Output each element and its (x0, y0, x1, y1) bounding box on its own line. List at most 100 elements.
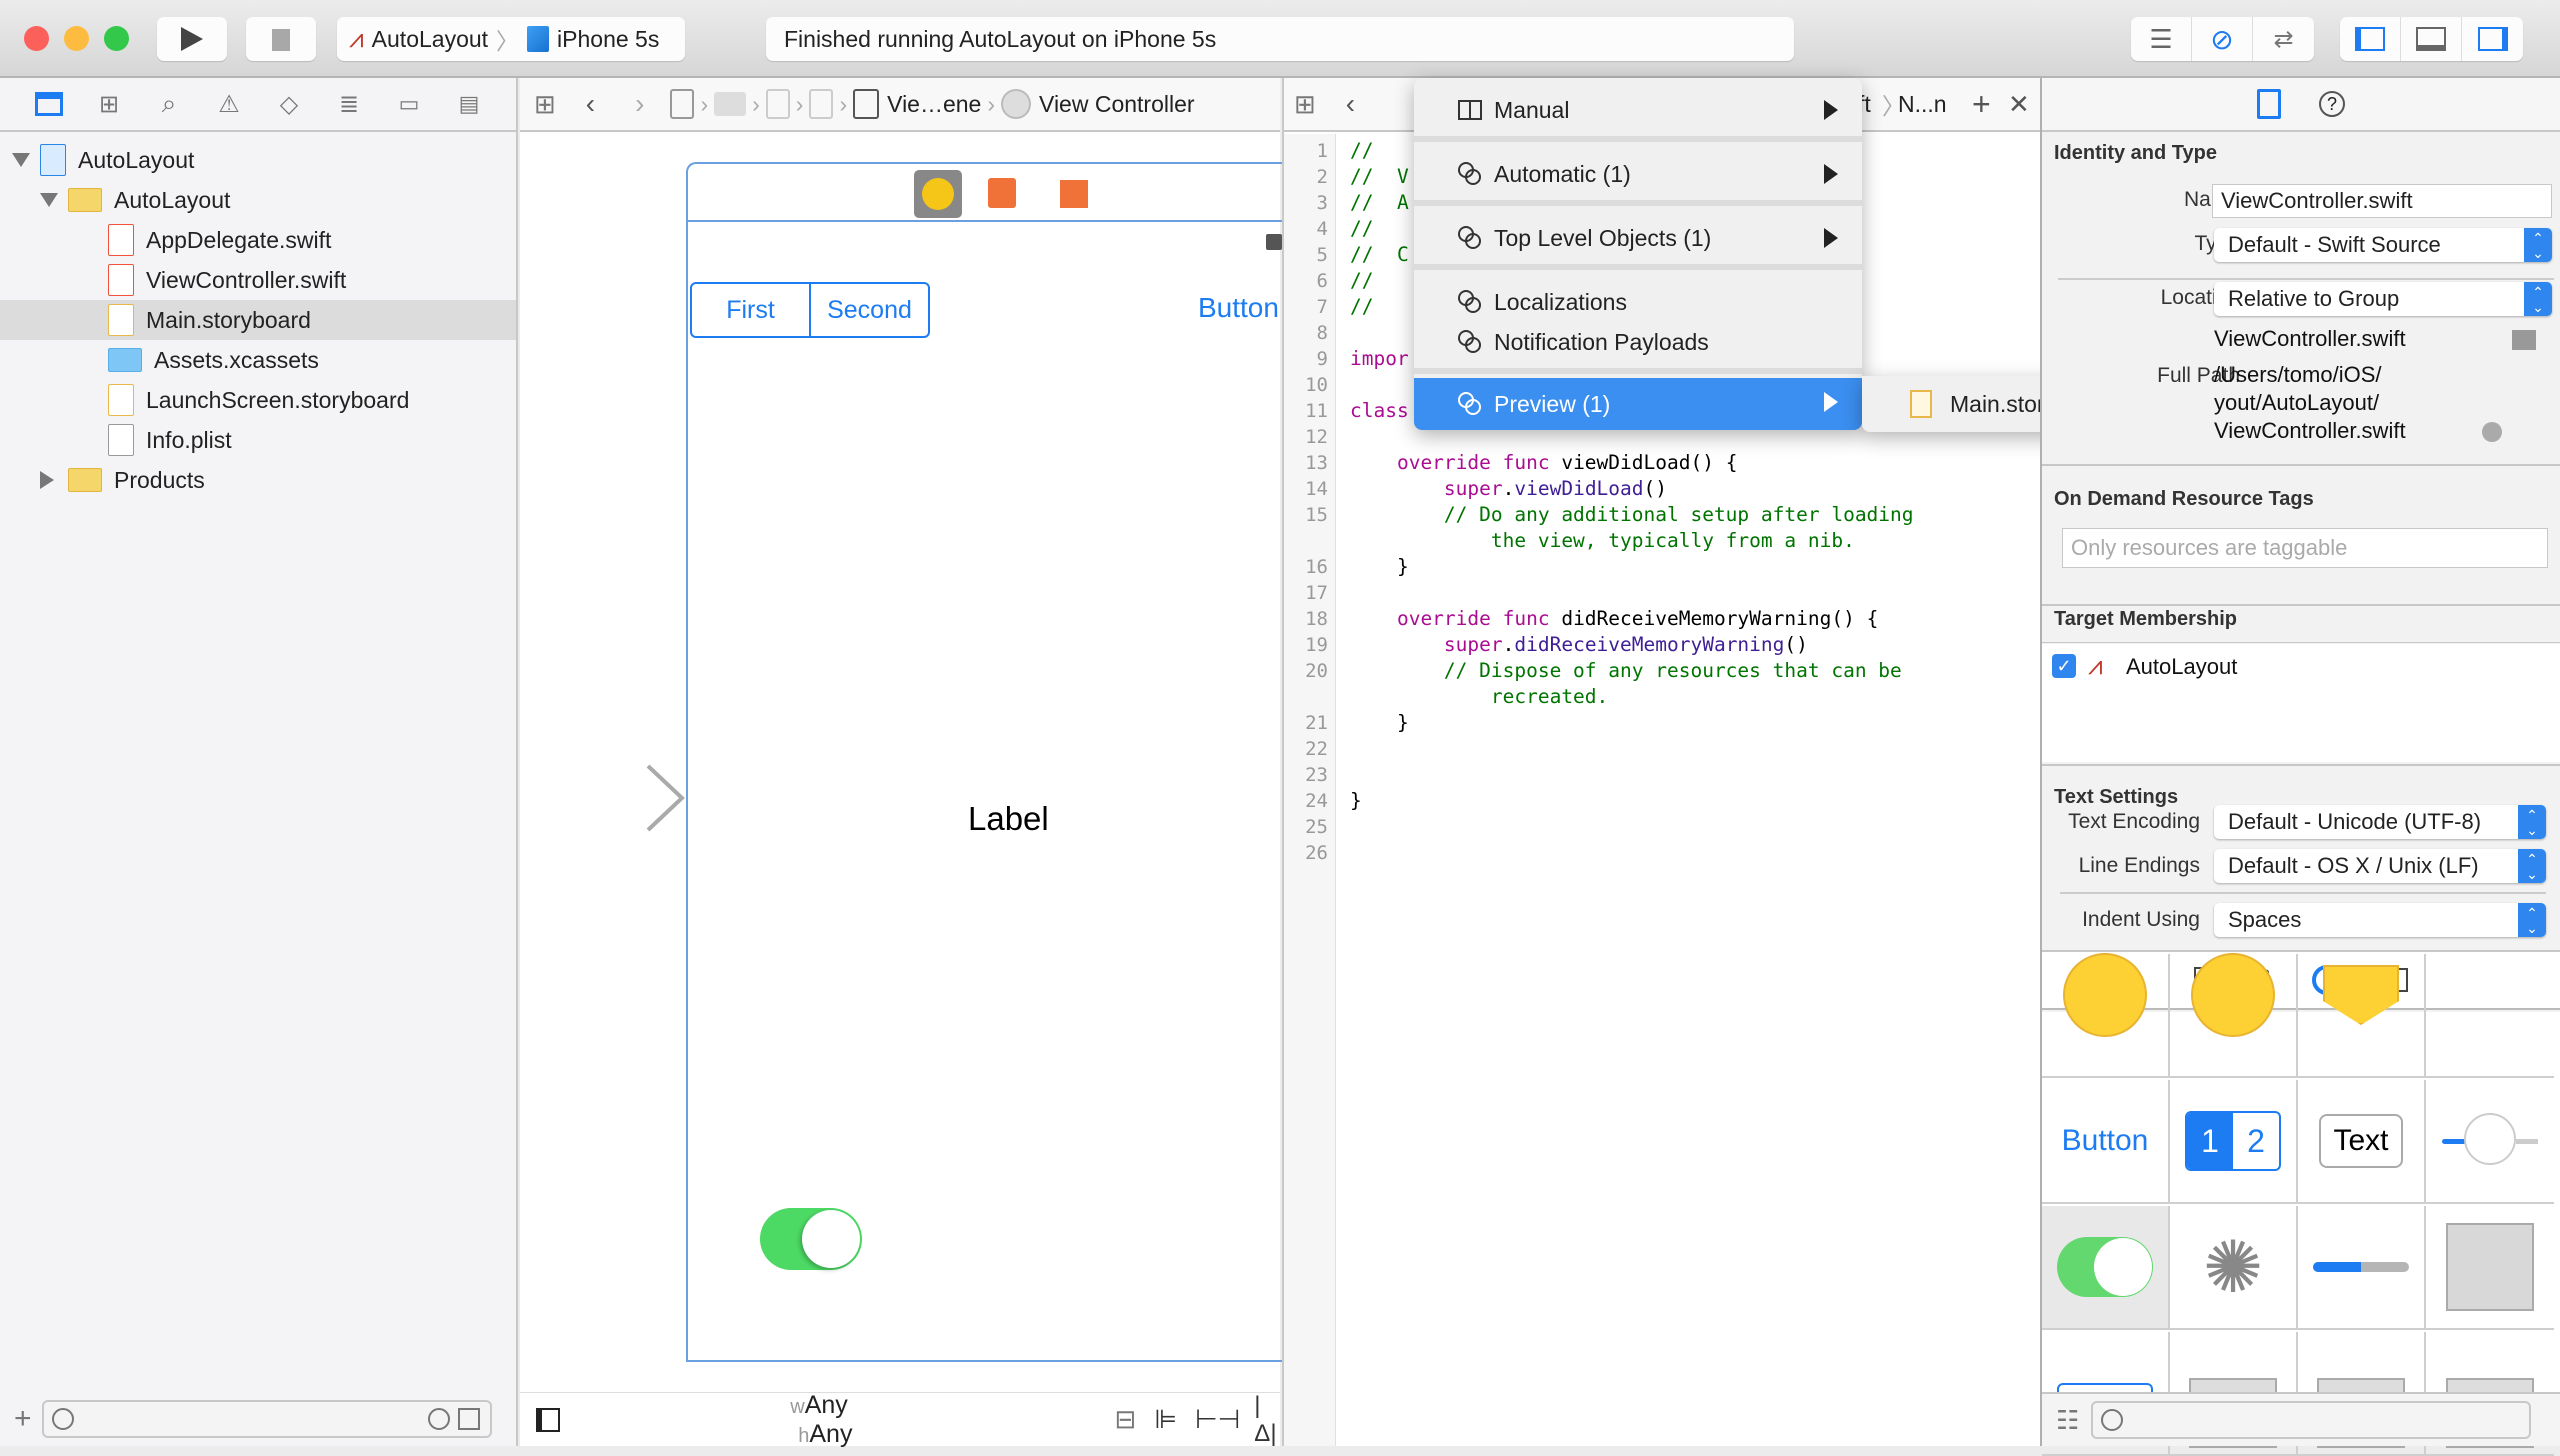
library-progress-view[interactable] (2298, 1206, 2426, 1330)
tree-item[interactable]: Info.plist (0, 420, 516, 460)
library-button[interactable]: Button (2042, 1080, 2170, 1204)
minimize-window-button[interactable] (64, 26, 89, 51)
list-view-icon[interactable]: ☷ (2056, 1405, 2079, 1436)
warning-icon[interactable]: ⚠ (214, 89, 244, 119)
back-button[interactable]: ‹ (586, 88, 595, 120)
storyboard-base-crumb-icon[interactable] (809, 89, 834, 119)
library-segmented-control[interactable]: 1 2 (2170, 1080, 2298, 1204)
align-icon[interactable]: ⊫ (1154, 1404, 1177, 1435)
segmented-control[interactable]: First Second (690, 282, 930, 338)
resolve-issues-icon[interactable]: |Δ| (1254, 1392, 1280, 1448)
back-button[interactable]: ‹ (1346, 88, 1355, 120)
folder-nav-icon[interactable] (34, 89, 64, 119)
library-object[interactable] (2298, 954, 2426, 1078)
size-class-control[interactable]: wAny hAny (790, 1391, 904, 1449)
test-icon[interactable]: ◇ (274, 89, 304, 119)
crumb-view-controller[interactable]: View Controller (1039, 91, 1195, 118)
tree-item[interactable]: AutoLayout (0, 180, 516, 220)
debug-icon[interactable]: ≣ (334, 89, 364, 119)
help-icon[interactable]: ? (2319, 91, 2345, 117)
report-icon[interactable]: ▤ (454, 89, 484, 119)
choose-folder-icon[interactable] (2512, 330, 2536, 350)
standard-editor-button[interactable]: ☰ (2131, 17, 2192, 61)
search-icon[interactable]: ⌕ (154, 88, 184, 119)
crumb-tail[interactable]: N...n (1898, 91, 1947, 118)
toggle-navigator-button[interactable] (2340, 17, 2401, 61)
folder-crumb-icon[interactable] (714, 92, 747, 116)
type-popup[interactable]: Default - Swift Source ⌃ ⌄ (2214, 228, 2552, 262)
tree-item[interactable]: Assets.xcassets (0, 340, 516, 380)
add-file-icon[interactable]: + (14, 1402, 32, 1436)
navigator-filter-field[interactable] (41, 1400, 492, 1438)
scheme-selector[interactable]: ⩘ AutoLayout 〉 iPhone 5s (337, 17, 685, 61)
menu-item-notification-payloads[interactable]: Notification Payloads (1414, 318, 1862, 366)
library-activity-indicator[interactable]: ✺ (2170, 1206, 2298, 1330)
version-editor-button[interactable]: ⇄ (2253, 17, 2314, 61)
switch-on[interactable] (760, 1208, 862, 1270)
related-items-icon[interactable]: ⊞ (1294, 89, 1316, 120)
recent-files-icon[interactable] (427, 1408, 450, 1430)
library-switch[interactable] (2042, 1206, 2170, 1330)
forward-button[interactable]: › (635, 88, 644, 120)
menu-item-top-level-objects-1[interactable]: Top Level Objects (1) (1414, 214, 1862, 262)
segment-second[interactable]: Second (811, 284, 928, 336)
name-field[interactable]: ViewController.swift (2212, 184, 2552, 218)
button[interactable]: Button (1198, 292, 1279, 324)
reveal-in-finder-icon[interactable] (2482, 422, 2502, 442)
code-content: } (1350, 555, 1409, 578)
menu-item-manual[interactable]: Manual (1414, 86, 1862, 134)
related-items-icon[interactable]: ⊞ (534, 89, 556, 120)
assistant-editor-button[interactable]: ⊘ (2192, 17, 2253, 61)
segment-first[interactable]: First (692, 284, 811, 336)
library-label[interactable] (2426, 954, 2554, 1078)
close-editor-button[interactable]: ✕ (2008, 89, 2030, 120)
crumb-scene[interactable]: Vie…ene (887, 91, 981, 118)
indent-popup[interactable]: Spaces ⌃ ⌄ (2214, 903, 2546, 937)
symbol-nav-icon[interactable]: ⊞ (94, 89, 124, 119)
disclosure-open-icon[interactable] (40, 193, 58, 207)
project-crumb-icon[interactable] (670, 89, 695, 119)
disclosure-open-icon[interactable] (12, 153, 30, 167)
target-checkbox[interactable]: ✓ (2052, 654, 2076, 678)
menu-item-preview-1[interactable]: Preview (1) (1414, 378, 1862, 430)
view-controller-dock-icon[interactable] (914, 170, 962, 218)
location-popup[interactable]: Relative to Group ⌃ ⌄ (2214, 282, 2552, 316)
close-window-button[interactable] (24, 26, 49, 51)
library-slider[interactable] (2426, 1080, 2554, 1204)
stop-button[interactable] (246, 17, 316, 61)
library-filter-field[interactable] (2091, 1401, 2532, 1439)
disclosure-closed-icon[interactable] (40, 471, 54, 489)
menu-item-automatic-1[interactable]: Automatic (1) (1414, 150, 1862, 198)
line-endings-popup[interactable]: Default - OS X / Unix (LF) ⌃ ⌄ (2214, 849, 2546, 883)
storyboard-crumb-icon[interactable] (765, 89, 790, 119)
zoom-window-button[interactable] (104, 26, 129, 51)
run-button[interactable] (157, 17, 227, 61)
library-page-control[interactable] (2426, 1206, 2554, 1330)
encoding-popup[interactable]: Default - Unicode (UTF-8) ⌃ ⌄ (2214, 805, 2546, 839)
document-outline-toggle[interactable] (536, 1407, 561, 1432)
library-storyboard-reference[interactable] (2170, 953, 2298, 1078)
tree-item[interactable]: AppDelegate.swift (0, 220, 516, 260)
tree-item[interactable]: Products (0, 460, 516, 500)
code-content: recreated. (1350, 685, 1609, 708)
toggle-inspector-button[interactable] (2462, 17, 2523, 61)
update-frames-icon[interactable]: ⊟ (1115, 1404, 1137, 1435)
tree-item[interactable]: Main.storyboard (0, 300, 516, 340)
tree-item[interactable]: LaunchScreen.storyboard (0, 380, 516, 420)
library-text-field[interactable]: Text (2298, 1080, 2426, 1204)
file-inspector-icon[interactable] (2257, 89, 2281, 119)
first-responder-icon[interactable] (988, 178, 1016, 208)
add-editor-button[interactable]: + (1972, 86, 1991, 123)
scm-filter-icon[interactable] (457, 1408, 480, 1430)
tree-item[interactable]: ViewController.swift (0, 260, 516, 300)
exit-icon[interactable] (1060, 180, 1088, 208)
view-controller-scene[interactable]: First Second Button Label (686, 162, 1282, 1362)
line-number: 12 (1305, 426, 1328, 448)
library-view-controller[interactable] (2042, 953, 2170, 1078)
tree-item[interactable]: AutoLayout (0, 140, 516, 180)
label[interactable]: Label (968, 800, 1049, 838)
breakpoint-icon[interactable]: ▭ (394, 89, 424, 119)
pin-icon[interactable]: ⊢⊣ (1195, 1404, 1240, 1435)
toggle-debug-button[interactable] (2401, 17, 2462, 61)
editor-mode-control: ☰ ⊘ ⇄ (2131, 17, 2314, 61)
